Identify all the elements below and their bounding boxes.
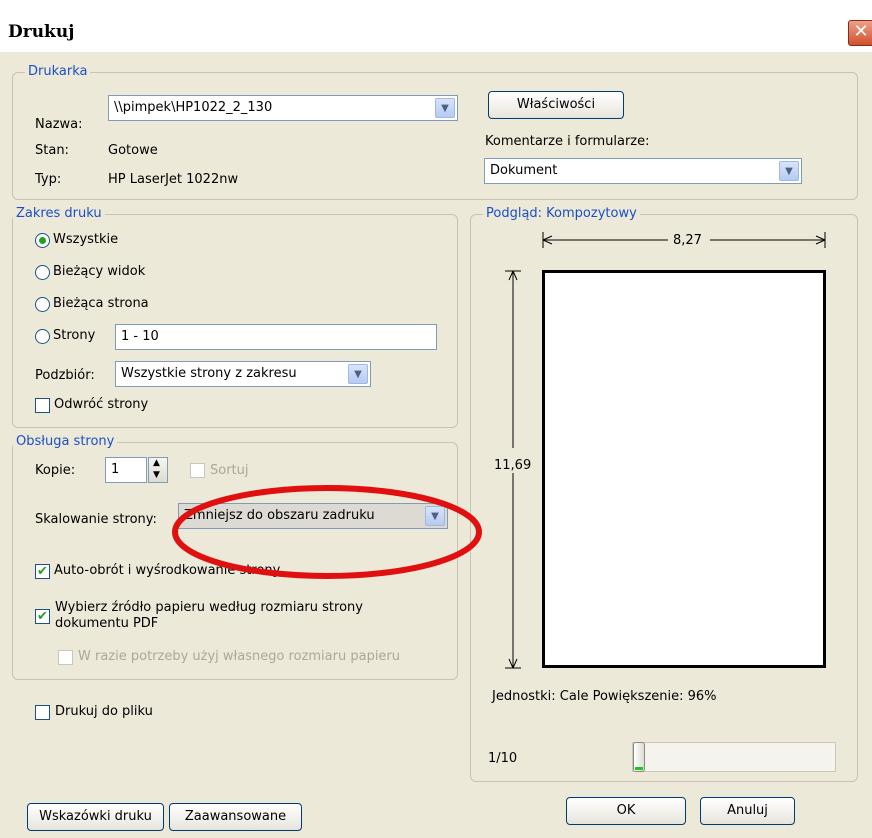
print-range-group-title: Zakres druku xyxy=(13,206,105,221)
preview-height: 11,69 xyxy=(494,458,532,473)
page-slider-thumb[interactable] xyxy=(633,742,645,772)
subset-dropdown[interactable]: Wszystkie strony z zakresu ▼ xyxy=(115,361,371,387)
print-tips-button[interactable]: Wskazówki druku xyxy=(27,803,164,831)
radio-all-label: Wszystkie xyxy=(53,232,119,247)
choose-source-label-line1: Wybierz źródło papieru według rozmiaru s… xyxy=(55,600,363,615)
dialog-title: Drukuj xyxy=(8,22,75,42)
units-zoom-text: Jednostki: Cale Powiększenie: 96% xyxy=(492,689,717,704)
copies-label: Kopie: xyxy=(35,463,76,478)
page-handling-group-title: Obsługa strony xyxy=(13,434,118,449)
printer-name-value: \\pimpek\HP1022_2_130 xyxy=(114,100,273,115)
chevron-down-icon[interactable]: ▼ xyxy=(435,98,455,118)
collate-checkbox[interactable] xyxy=(190,463,205,478)
comments-value: Dokument xyxy=(490,163,558,178)
printer-group-title: Drukarka xyxy=(25,64,91,79)
radio-current-page-label: Bieżąca strona xyxy=(53,296,149,311)
radio-current-view-label: Bieżący widok xyxy=(53,264,146,279)
page-indicator: 1/10 xyxy=(488,751,518,766)
scaling-label: Skalowanie strony: xyxy=(35,512,157,527)
properties-button[interactable]: Właściwości xyxy=(488,91,624,119)
chevron-up-icon[interactable]: ▲ xyxy=(153,458,160,468)
page-slider[interactable] xyxy=(632,742,836,772)
printer-status-label: Stan: xyxy=(35,143,69,158)
preview-width: 8,27 xyxy=(673,233,702,248)
chevron-down-icon[interactable]: ▼ xyxy=(348,364,368,384)
copies-input[interactable]: 1 xyxy=(105,457,147,483)
ok-button[interactable]: OK xyxy=(566,797,686,825)
subset-label: Podzbiór: xyxy=(35,368,95,383)
chevron-down-icon[interactable]: ▼ xyxy=(153,470,160,480)
preview-page xyxy=(542,270,826,668)
radio-current-page[interactable] xyxy=(35,297,50,312)
radio-current-view[interactable] xyxy=(35,265,50,280)
radio-pages[interactable] xyxy=(35,329,50,344)
autorotate-checkbox[interactable]: ✔ xyxy=(35,564,50,579)
radio-all[interactable] xyxy=(35,233,50,248)
reverse-pages-checkbox[interactable] xyxy=(35,398,50,413)
chevron-down-icon[interactable]: ▼ xyxy=(779,161,799,181)
choose-source-label-line2: dokumentu PDF xyxy=(55,616,159,631)
printer-name-label: Nazwa: xyxy=(35,117,83,132)
choose-source-checkbox[interactable]: ✔ xyxy=(35,609,50,624)
copies-value: 1 xyxy=(111,462,120,477)
print-to-file-label: Drukuj do pliku xyxy=(55,704,153,719)
cancel-button[interactable]: Anuluj xyxy=(700,797,795,825)
print-to-file-checkbox[interactable] xyxy=(35,705,50,720)
reverse-pages-label: Odwróć strony xyxy=(54,397,149,412)
pages-input-value: 1 - 10 xyxy=(121,329,159,344)
printer-type-label: Typ: xyxy=(35,172,62,187)
printer-status-value: Gotowe xyxy=(108,143,158,158)
close-button[interactable]: ✕ xyxy=(848,20,872,46)
preview-group-title: Podgląd: Kompozytowy xyxy=(483,206,640,221)
subset-value: Wszystkie strony z zakresu xyxy=(121,366,297,381)
custom-paper-checkbox[interactable] xyxy=(58,650,73,665)
annotation-ring xyxy=(172,485,482,579)
title-bar: Drukuj ✕ xyxy=(0,0,872,52)
comments-dropdown[interactable]: Dokument ▼ xyxy=(484,158,802,184)
advanced-button[interactable]: Zaawansowane xyxy=(169,803,302,831)
pages-input[interactable]: 1 - 10 xyxy=(115,324,437,350)
printer-type-value: HP LaserJet 1022nw xyxy=(108,172,239,187)
printer-name-dropdown[interactable]: \\pimpek\HP1022_2_130 ▼ xyxy=(108,95,458,121)
close-icon: ✕ xyxy=(853,21,869,42)
radio-pages-label: Strony xyxy=(53,328,96,343)
collate-label: Sortuj xyxy=(210,463,249,478)
custom-paper-label: W razie potrzeby użyj własnego rozmiaru … xyxy=(78,649,401,664)
print-dialog: Drukuj ✕ Drukarka Nazwa: \\pimpek\HP1022… xyxy=(0,0,872,838)
comments-label: Komentarze i formularze: xyxy=(485,134,650,149)
copies-stepper[interactable]: ▲ ▼ xyxy=(148,457,168,483)
